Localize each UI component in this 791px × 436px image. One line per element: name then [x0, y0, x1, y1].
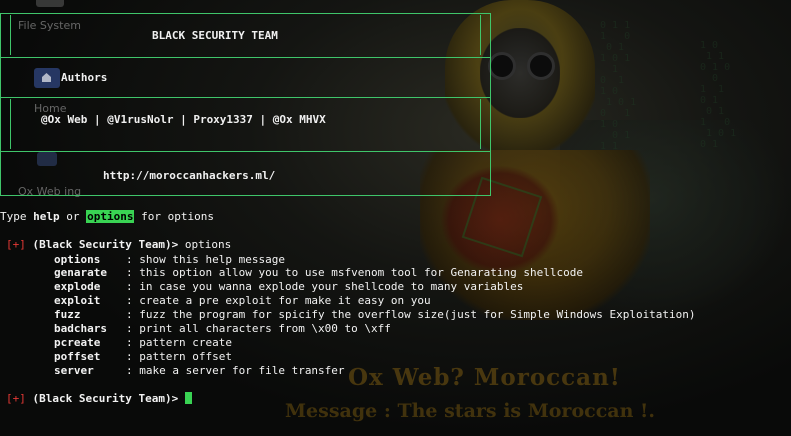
help-hint-line: Type help or options for options — [0, 210, 214, 223]
hint-options-keyword: options — [86, 210, 135, 223]
option-sep: : — [126, 336, 133, 349]
option-desc: fuzz the program for spicify the overflo… — [139, 308, 696, 321]
option-sep: : — [126, 322, 133, 335]
banner-inner-edge — [480, 99, 481, 149]
option-row: badchars: print all characters from \x00… — [54, 322, 391, 335]
option-row: exploit: create a pre exploit for make i… — [54, 294, 431, 307]
prompt-line: [+] (Black Security Team)> options — [6, 238, 231, 251]
option-desc: pattern offset — [139, 350, 232, 363]
prompt-marker: [+] — [6, 238, 26, 251]
option-desc: make a server for file transfer — [139, 364, 345, 377]
banner-inner-edge — [10, 99, 11, 149]
banner-divider — [1, 57, 490, 58]
option-name: fuzz — [54, 308, 81, 321]
option-desc: pattern create — [139, 336, 232, 349]
banner-authors-heading: Authors — [61, 71, 108, 84]
option-desc: create a pre exploit for make it easy on… — [139, 294, 431, 307]
option-name: poffset — [54, 350, 101, 363]
prompt-name: (Black Security Team)> — [32, 392, 179, 405]
prompt-command: options — [184, 238, 232, 251]
option-sep: : — [126, 350, 133, 363]
option-row: server: make a server for file transfer — [54, 364, 345, 377]
option-desc: show this help message — [139, 253, 285, 266]
banner-inner-edge — [10, 15, 11, 55]
option-name: exploit — [54, 294, 101, 307]
option-name: pcreate — [54, 336, 101, 349]
option-name: explode — [54, 280, 101, 293]
banner-divider — [1, 151, 490, 152]
option-row: genarate: this option allow you to use m… — [54, 266, 583, 279]
banner-border-bottom — [1, 195, 490, 196]
option-row: explode: in case you wanna explode your … — [54, 280, 523, 293]
hint-type: Type — [0, 210, 27, 223]
option-desc: this option allow you to use msfvenom to… — [139, 266, 583, 279]
option-sep: : — [126, 308, 133, 321]
option-sep: : — [126, 294, 133, 307]
banner-box: BLACK SECURITY TEAM Authors @Ox Web | @V… — [0, 13, 491, 196]
terminal-cursor[interactable] — [184, 392, 192, 404]
active-prompt-line[interactable]: [+] (Black Security Team)> — [6, 392, 192, 405]
hint-help-keyword: help — [33, 210, 60, 223]
option-sep: : — [126, 266, 133, 279]
option-row: pcreate: pattern create — [54, 336, 232, 349]
option-desc: print all characters from \x00 to \xff — [139, 322, 391, 335]
option-name: genarate — [54, 266, 107, 279]
banner-team-name: BLACK SECURITY TEAM — [152, 29, 278, 42]
hint-for-options: for options — [141, 210, 214, 223]
option-desc: in case you wanna explode your shellcode… — [139, 280, 524, 293]
hint-or: or — [66, 210, 80, 223]
option-name: badchars — [54, 322, 107, 335]
option-sep: : — [126, 364, 133, 377]
banner-url[interactable]: http://moroccanhackers.ml/ — [103, 169, 275, 182]
option-sep: : — [126, 280, 133, 293]
option-name: options — [54, 253, 101, 266]
option-row: poffset: pattern offset — [54, 350, 232, 363]
banner-divider — [1, 97, 490, 98]
banner-authors-list: @Ox Web | @V1rusNolr | Proxy1337 | @Ox M… — [41, 113, 326, 126]
option-row: options: show this help message — [54, 253, 285, 266]
banner-inner-edge — [480, 15, 481, 55]
option-name: server — [54, 364, 94, 377]
prompt-name: (Black Security Team)> — [32, 238, 179, 251]
banner-border-top — [1, 13, 490, 14]
terminal-window[interactable]: BLACK SECURITY TEAM Authors @Ox Web | @V… — [0, 0, 791, 436]
option-sep: : — [126, 253, 133, 266]
option-row: fuzz: fuzz the program for spicify the o… — [54, 308, 696, 321]
prompt-marker: [+] — [6, 392, 26, 405]
